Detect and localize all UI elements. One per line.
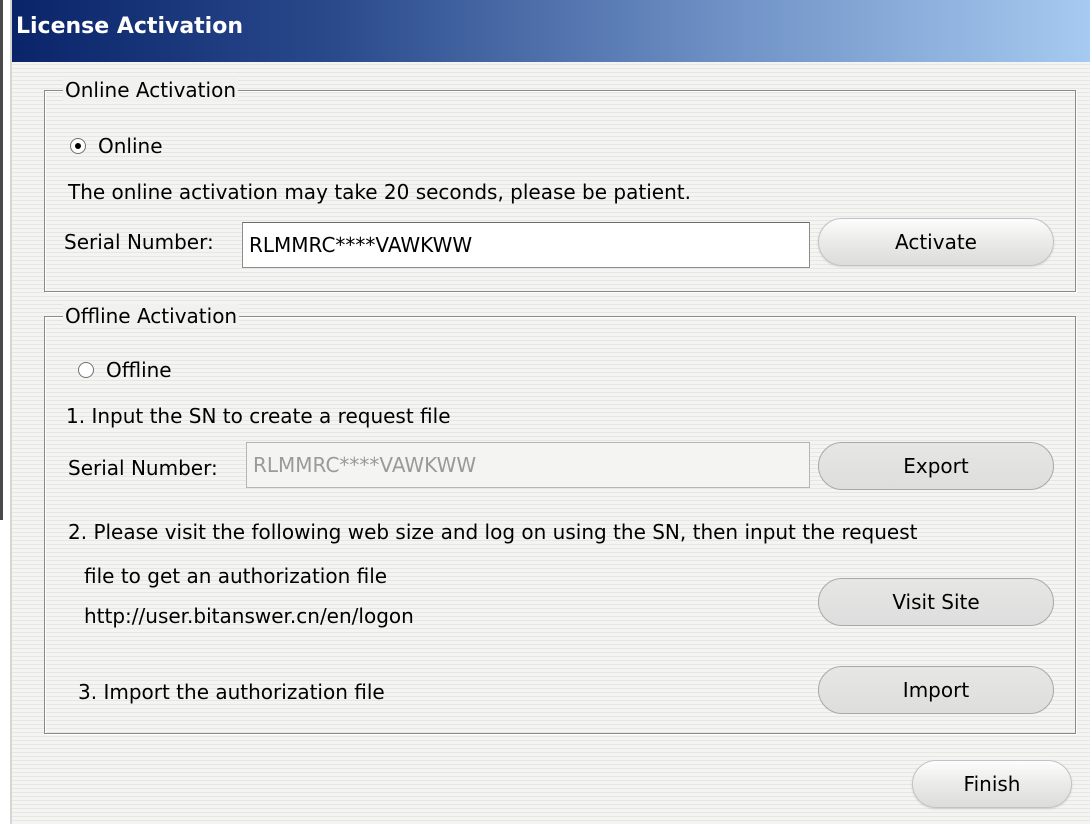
offline-step1-text: 1. Input the SN to create a request file bbox=[66, 404, 451, 428]
title-bar: License Activation bbox=[12, 0, 1090, 62]
online-activation-legend: Online Activation bbox=[63, 78, 238, 102]
background-window-edge bbox=[0, 0, 3, 520]
offline-step2-line1: 2. Please visit the following web size a… bbox=[68, 520, 918, 544]
offline-radio-button[interactable] bbox=[78, 362, 94, 378]
offline-step3-text: 3. Import the authorization file bbox=[78, 680, 385, 704]
online-radio-button[interactable] bbox=[70, 138, 86, 154]
offline-serial-label: Serial Number: bbox=[68, 456, 218, 480]
online-serial-label: Serial Number: bbox=[64, 230, 214, 254]
finish-button[interactable]: Finish bbox=[912, 760, 1072, 808]
online-radio-option[interactable]: Online bbox=[70, 134, 163, 158]
online-serial-input[interactable] bbox=[242, 222, 810, 268]
activate-button[interactable]: Activate bbox=[818, 218, 1054, 266]
offline-step2-line2: file to get an authorization file bbox=[84, 564, 388, 588]
online-info-text: The online activation may take 20 second… bbox=[68, 180, 691, 204]
offline-radio-option[interactable]: Offline bbox=[78, 358, 172, 382]
offline-activation-legend: Offline Activation bbox=[63, 304, 240, 328]
import-button[interactable]: Import bbox=[818, 666, 1054, 714]
offline-radio-label: Offline bbox=[106, 358, 172, 382]
offline-activation-url: http://user.bitanswer.cn/en/logon bbox=[84, 604, 414, 628]
online-radio-label: Online bbox=[98, 134, 163, 158]
export-button[interactable]: Export bbox=[818, 442, 1054, 490]
window-title: License Activation bbox=[16, 14, 244, 39]
license-activation-dialog: License Activation Online Activation Onl… bbox=[10, 0, 1090, 824]
visit-site-button[interactable]: Visit Site bbox=[818, 578, 1054, 626]
offline-serial-input[interactable] bbox=[246, 442, 810, 488]
